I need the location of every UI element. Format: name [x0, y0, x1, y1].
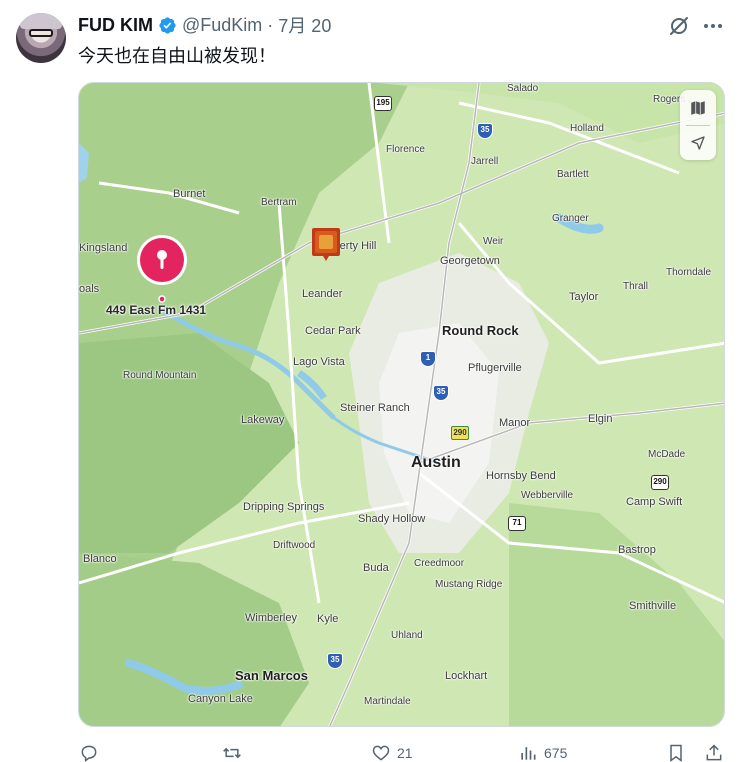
- map-place-label: Manor: [499, 417, 531, 429]
- map-place-label: Taylor: [569, 291, 599, 303]
- map-place-label: Hornsby Bend: [486, 470, 556, 482]
- map-place-label: Burnet: [173, 188, 206, 200]
- heart-icon: [372, 745, 390, 761]
- grok-icon[interactable]: [667, 14, 691, 38]
- map-place-label: Uhland: [391, 630, 423, 641]
- map-place-label: oals: [79, 283, 100, 295]
- map-place-label: Mustang Ridge: [435, 579, 503, 590]
- map-place-label: Kingsland: [79, 242, 128, 254]
- map-place-label: Driftwood: [273, 540, 316, 551]
- verified-badge-icon: [158, 16, 177, 35]
- road-shield: 71: [508, 516, 526, 531]
- more-options-icon[interactable]: [701, 14, 725, 38]
- share-button[interactable]: [704, 743, 724, 762]
- views-button[interactable]: 675: [518, 743, 567, 762]
- map-place-label: Webberville: [521, 490, 574, 501]
- map-place-label: Round Mountain: [123, 370, 197, 381]
- map-place-label: Weir: [483, 236, 504, 247]
- map-place-label: San Marcos: [235, 668, 308, 683]
- map-place-label: Leander: [302, 288, 343, 300]
- road-shield: 35: [433, 385, 449, 401]
- map-place-label: Lago Vista: [293, 356, 345, 368]
- retweet-icon: [223, 747, 241, 759]
- like-button[interactable]: 21: [371, 743, 413, 762]
- map-place-label: Lockhart: [445, 670, 488, 682]
- map-place-label: Cedar Park: [305, 325, 361, 337]
- map-place-label: Kyle: [317, 613, 339, 625]
- map-place-label: Creedmoor: [414, 558, 465, 569]
- map-place-label: Austin: [411, 454, 461, 471]
- map-place-label: Canyon Lake: [188, 693, 253, 705]
- road-shield: 290: [651, 475, 669, 490]
- map-place-label: Martindale: [364, 696, 411, 707]
- road-shield: 35: [477, 123, 493, 139]
- map-place-label: Camp Swift: [626, 496, 683, 508]
- map-type-icon[interactable]: [680, 90, 716, 125]
- analytics-icon: [521, 747, 536, 760]
- tweet-actions: 21 675: [0, 740, 747, 762]
- road-shield: 1: [420, 351, 436, 367]
- avatar-hair: [20, 13, 62, 29]
- map-place-label: Jarrell: [471, 156, 499, 167]
- map-place-label: Blanco: [83, 553, 117, 565]
- location-pin-icon[interactable]: [134, 233, 190, 303]
- map-place-label: Bastrop: [618, 544, 656, 556]
- map-place-label: Wimberley: [245, 612, 297, 624]
- share-icon: [706, 744, 722, 761]
- author-name[interactable]: FUD KIM: [78, 15, 153, 36]
- like-count: 21: [397, 745, 413, 761]
- map-place-label: Smithville: [629, 600, 677, 612]
- map-place-label: Thrall: [623, 281, 649, 292]
- map-place-label: Round Rock: [442, 323, 519, 338]
- tweet-header: FUD KIM @FudKim · 7月 20: [78, 12, 331, 38]
- reply-icon: [81, 745, 97, 762]
- avatar[interactable]: [16, 13, 66, 63]
- map-place-label: Steiner Ranch: [340, 402, 410, 414]
- map-controls: [680, 90, 716, 160]
- map-place-label: Salado: [507, 83, 539, 94]
- map-place-label: Buda: [363, 562, 389, 574]
- road-shield: 195: [374, 96, 392, 111]
- map-place-label: Florence: [386, 144, 425, 155]
- pin-label: 449 East Fm 1431: [106, 303, 207, 317]
- map-place-label: Pflugerville: [468, 362, 522, 374]
- author-handle[interactable]: @FudKim: [182, 15, 262, 36]
- reply-button[interactable]: [79, 743, 105, 762]
- separator-dot: ·: [267, 14, 274, 35]
- map-place-label: Thorndale: [666, 267, 712, 278]
- road-shield: 35: [327, 653, 343, 669]
- locate-me-icon[interactable]: [680, 125, 716, 160]
- road-shield: 290: [451, 426, 469, 440]
- map-place-label: Bartlett: [557, 169, 589, 180]
- map-place-label: Bertram: [261, 197, 297, 208]
- view-count: 675: [544, 745, 568, 761]
- map-place-label: Dripping Springs: [243, 501, 325, 513]
- map-place-label: Granger: [552, 213, 589, 224]
- bookmark-icon: [670, 744, 682, 762]
- map-place-label: Shady Hollow: [358, 513, 426, 525]
- map-place-label: Georgetown: [440, 255, 500, 267]
- map-place-label: McDade: [648, 449, 686, 460]
- map-place-label: Elgin: [588, 413, 613, 425]
- tweet-date[interactable]: 7月 20: [278, 12, 331, 38]
- map-image[interactable]: Salado Rogers Holland Florence Jarrell Bartle…: [78, 82, 725, 727]
- map-place-label: Lakeway: [241, 414, 285, 426]
- tweet-text: 今天也在自由山被发现！: [78, 46, 276, 67]
- avatar-glasses: [29, 29, 53, 37]
- retweet-button[interactable]: [222, 743, 248, 762]
- bookmark-button[interactable]: [666, 743, 686, 762]
- photo-marker-icon[interactable]: [311, 226, 341, 262]
- map-place-label: Holland: [570, 123, 604, 134]
